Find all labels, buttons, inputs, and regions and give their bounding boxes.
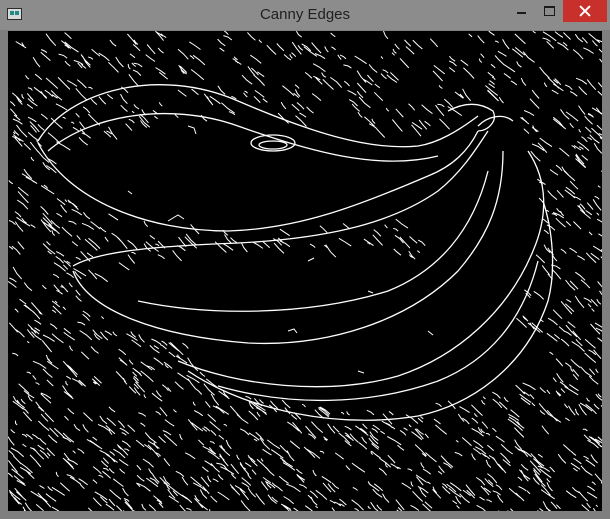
minimize-button[interactable] <box>507 0 535 22</box>
image-canvas[interactable] <box>8 31 602 511</box>
speckle <box>367 290 374 294</box>
canny-edge-image <box>8 31 602 511</box>
edge-streaks <box>8 31 602 511</box>
banana-stem-bottom <box>477 115 514 127</box>
speckle <box>357 370 365 374</box>
banana-spot-inner <box>258 140 288 150</box>
banana-outlines <box>37 84 554 421</box>
maximize-button[interactable] <box>535 0 563 22</box>
banana-outline-bottom-lower <box>187 200 554 421</box>
minimize-icon <box>516 12 526 14</box>
close-icon <box>579 5 591 17</box>
background-edge-texture <box>8 31 602 511</box>
speckle <box>187 125 197 135</box>
title-bar[interactable]: Canny Edges <box>0 0 610 30</box>
maximize-icon <box>543 6 555 16</box>
banana-outline-bottom <box>177 150 545 388</box>
speckle <box>427 330 434 336</box>
banana-ridge-bottom <box>217 260 539 402</box>
speckle <box>167 214 185 222</box>
app-window: Canny Edges <box>0 0 610 519</box>
speckle <box>127 190 133 195</box>
banana-outline-middle-lower <box>72 150 504 345</box>
speckle <box>287 328 298 334</box>
close-button[interactable] <box>563 0 607 22</box>
banana-stem-top <box>447 103 495 132</box>
banana-outline-top-inner <box>47 112 439 162</box>
speckle <box>307 257 315 262</box>
banana-outline-middle <box>72 130 489 267</box>
